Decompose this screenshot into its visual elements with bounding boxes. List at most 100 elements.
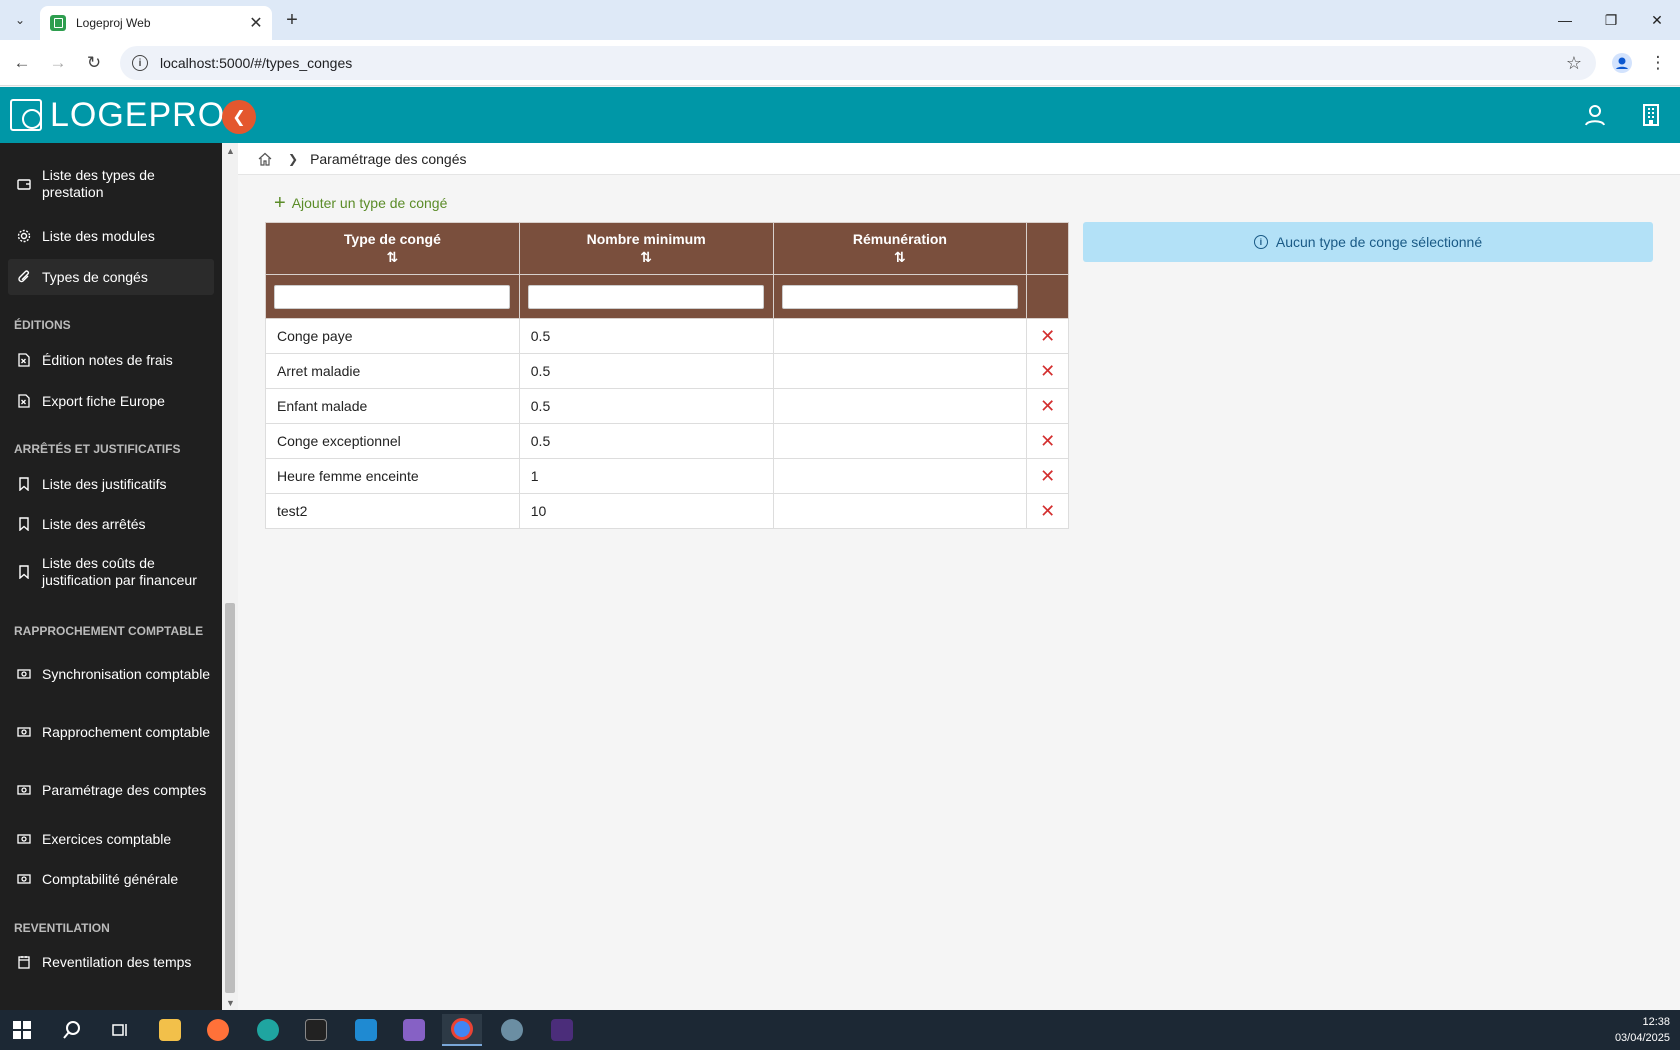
cell-type[interactable]: Heure femme enceinte xyxy=(265,458,520,494)
section-reventilation: REVENTILATION xyxy=(14,921,110,935)
sidebar-item-couts-justification[interactable]: Liste des coûts de justification par fin… xyxy=(8,554,214,590)
sidebar-item-exercices[interactable]: Exercices comptable xyxy=(8,829,214,849)
delete-icon[interactable]: ✕ xyxy=(1026,493,1069,529)
filter-cell xyxy=(518,274,774,319)
sidebar-item-export-europe[interactable]: Export fiche Europe xyxy=(8,391,214,411)
profile-icon[interactable] xyxy=(1608,49,1636,77)
filter-type-input[interactable] xyxy=(274,284,511,309)
back-button[interactable]: ← xyxy=(8,49,36,77)
add-type-conge-button[interactable]: + Ajouter un type de congé xyxy=(274,193,447,213)
scroll-up-icon[interactable]: ▲ xyxy=(226,146,235,156)
sidebar-item-arretes[interactable]: Liste des arrêtés xyxy=(8,514,214,534)
minimize-button[interactable]: — xyxy=(1542,0,1588,40)
table-row[interactable]: test2 10 ✕ xyxy=(265,493,1069,529)
scrollbar-thumb[interactable] xyxy=(225,603,235,993)
sort-icon[interactable]: ⇅ xyxy=(520,249,773,266)
cell-type[interactable]: Arret maladie xyxy=(265,353,520,389)
sort-icon[interactable]: ⇅ xyxy=(266,249,519,266)
delete-icon[interactable]: ✕ xyxy=(1026,353,1069,389)
system-clock[interactable]: 12:38 03/04/2025 xyxy=(1615,1014,1670,1046)
firefox-icon[interactable] xyxy=(198,1014,238,1046)
delete-icon[interactable]: ✕ xyxy=(1026,423,1069,459)
address-bar[interactable]: i localhost:5000/#/types_conges ☆ xyxy=(120,46,1596,80)
sidebar-item-synchronisation[interactable]: Synchronisation comptable xyxy=(8,656,214,692)
browser-tab-strip: ⌄ Logeproj Web ✕ + — ❐ ✕ xyxy=(0,0,1680,40)
table-row[interactable]: Heure femme enceinte 1 ✕ xyxy=(265,458,1069,494)
sidebar-scrollbar[interactable]: ▲ ▼ xyxy=(222,143,238,1010)
filter-remuneration-input[interactable] xyxy=(781,284,1018,309)
cell-remuneration[interactable] xyxy=(772,493,1028,529)
reload-button[interactable]: ↻ xyxy=(80,49,108,77)
site-info-icon[interactable]: i xyxy=(132,55,148,71)
cell-remuneration[interactable] xyxy=(772,318,1028,354)
cell-remuneration[interactable] xyxy=(772,423,1028,459)
close-window-button[interactable]: ✕ xyxy=(1634,0,1680,40)
cell-min[interactable]: 10 xyxy=(518,493,774,529)
sidebar-item-justificatifs[interactable]: Liste des justificatifs xyxy=(8,474,214,494)
tab-search-dropdown[interactable]: ⌄ xyxy=(8,8,32,32)
file-explorer-icon[interactable] xyxy=(150,1014,190,1046)
home-icon[interactable] xyxy=(258,151,274,167)
table-row[interactable]: Arret maladie 0.5 ✕ xyxy=(265,353,1069,389)
cell-min[interactable]: 0.5 xyxy=(518,353,774,389)
sort-icon[interactable]: ⇅ xyxy=(774,249,1027,266)
task-view-icon[interactable] xyxy=(100,1014,140,1046)
user-icon[interactable] xyxy=(1580,100,1610,130)
vscode-icon[interactable] xyxy=(346,1014,386,1046)
sidebar-item-modules[interactable]: Liste des modules xyxy=(8,226,214,246)
excel-file-icon xyxy=(16,352,32,368)
tab-close-icon[interactable]: ✕ xyxy=(244,11,268,35)
sidebar-item-label: Types de congés xyxy=(42,268,148,285)
browser-menu-icon[interactable]: ⋮ xyxy=(1644,49,1672,77)
sidebar-item-parametrage-comptes[interactable]: Paramétrage des comptes xyxy=(8,772,214,808)
cell-remuneration[interactable] xyxy=(772,458,1028,494)
sidebar-item-comptabilite-generale[interactable]: Comptabilité générale xyxy=(8,869,214,889)
bookmark-star-icon[interactable]: ☆ xyxy=(1566,53,1582,74)
browser-tab[interactable]: Logeproj Web ✕ xyxy=(40,6,272,40)
table-row[interactable]: Conge exceptionnel 0.5 ✕ xyxy=(265,423,1069,459)
table-row[interactable]: Enfant malade 0.5 ✕ xyxy=(265,388,1069,424)
cell-remuneration[interactable] xyxy=(772,353,1028,389)
forward-button[interactable]: → xyxy=(44,49,72,77)
restore-button[interactable]: ❐ xyxy=(1588,0,1634,40)
sidebar-item-types-conges[interactable]: Types de congés xyxy=(8,259,214,295)
chevron-right-icon: ❯ xyxy=(288,151,299,166)
delete-icon[interactable]: ✕ xyxy=(1026,388,1069,424)
edge-icon[interactable] xyxy=(248,1014,288,1046)
cell-type[interactable]: test2 xyxy=(265,493,520,529)
cell-min[interactable]: 1 xyxy=(518,458,774,494)
sidebar-item-rapprochement[interactable]: Rapprochement comptable xyxy=(8,714,214,750)
cell-min[interactable]: 0.5 xyxy=(518,318,774,354)
cell-type[interactable]: Conge paye xyxy=(265,318,520,354)
cell-type[interactable]: Enfant malade xyxy=(265,388,520,424)
chrome-icon[interactable] xyxy=(442,1014,482,1046)
collapse-sidebar-button[interactable]: ❮ xyxy=(222,100,256,134)
windows-start-icon[interactable] xyxy=(2,1014,42,1046)
delete-icon[interactable]: ✕ xyxy=(1026,318,1069,354)
sidebar-item-types-prestation[interactable]: Liste des types de prestation xyxy=(8,166,214,202)
cell-type[interactable]: Conge exceptionnel xyxy=(265,423,520,459)
app-logo[interactable]: LOGEPROJ xyxy=(10,95,243,135)
column-header-min[interactable]: Nombre minimum ⇅ xyxy=(518,222,774,275)
search-icon[interactable] xyxy=(52,1014,92,1046)
cell-remuneration[interactable] xyxy=(772,388,1028,424)
sidebar-item-reventilation-temps[interactable]: Reventilation des temps xyxy=(8,952,214,972)
sidebar-item-label: Comptabilité générale xyxy=(42,870,179,887)
money-icon xyxy=(16,831,32,847)
visual-studio-icon[interactable] xyxy=(394,1014,434,1046)
column-header-remuneration[interactable]: Rémunération ⇅ xyxy=(772,222,1028,275)
terminal-icon[interactable] xyxy=(296,1014,336,1046)
scroll-down-icon[interactable]: ▼ xyxy=(226,998,235,1008)
url-text[interactable]: localhost:5000/#/types_conges xyxy=(160,55,1566,71)
cell-min[interactable]: 0.5 xyxy=(518,423,774,459)
console-icon[interactable] xyxy=(542,1014,582,1046)
column-header-type[interactable]: Type de congé ⇅ xyxy=(265,222,520,275)
new-tab-button[interactable]: + xyxy=(280,8,304,32)
app-icon[interactable] xyxy=(492,1014,532,1046)
cell-min[interactable]: 0.5 xyxy=(518,388,774,424)
table-row[interactable]: Conge paye 0.5 ✕ xyxy=(265,318,1069,354)
delete-icon[interactable]: ✕ xyxy=(1026,458,1069,494)
sidebar-item-notes-frais[interactable]: Édition notes de frais xyxy=(8,350,214,370)
filter-min-input[interactable] xyxy=(528,284,765,309)
building-icon[interactable] xyxy=(1636,100,1666,130)
